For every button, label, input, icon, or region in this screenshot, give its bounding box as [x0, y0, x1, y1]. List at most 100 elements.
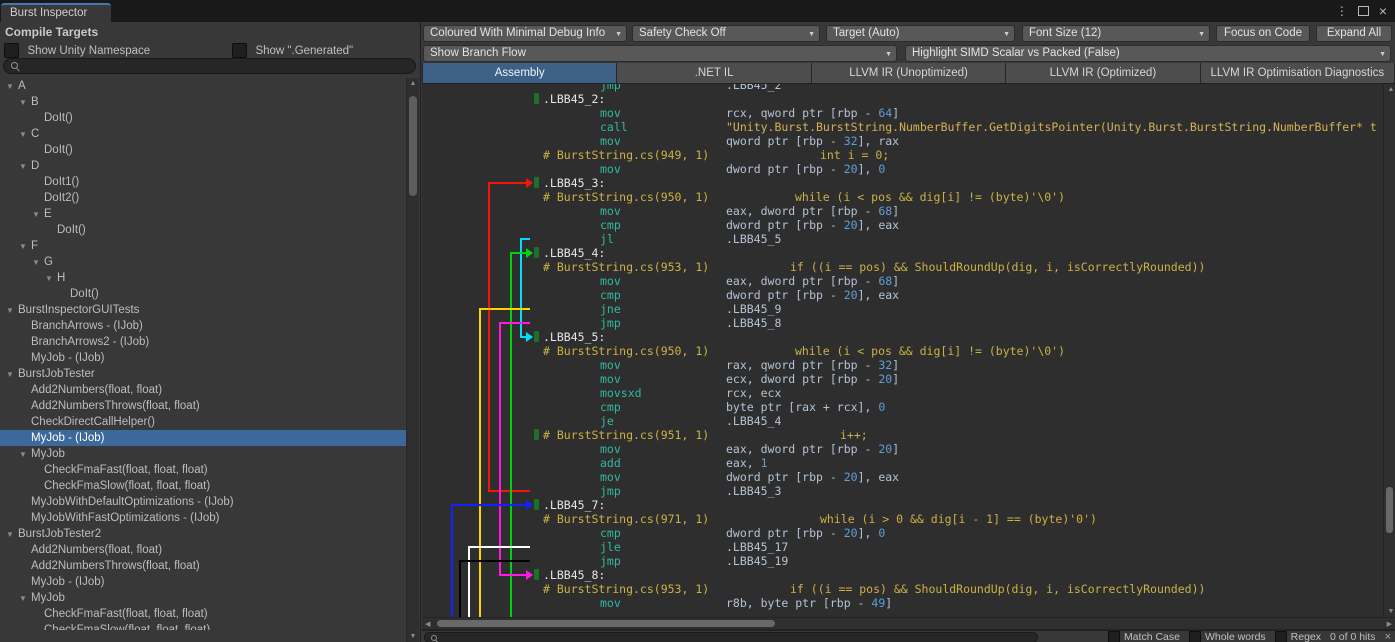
tree-item-b[interactable]: ▼B	[0, 94, 406, 110]
branch-flow-dropdown[interactable]: Show Branch Flow▼	[423, 45, 897, 62]
font-size-dropdown[interactable]: Font Size (12)▼	[1022, 25, 1210, 42]
scroll-down-icon[interactable]: ▼	[407, 633, 419, 640]
window-tab-burst-inspector[interactable]: Burst Inspector	[1, 3, 111, 22]
tree-item-myjob[interactable]: ▼MyJob	[0, 590, 406, 606]
whole-words-checkbox[interactable]	[1189, 631, 1201, 642]
tree-item-label: DoIt()	[44, 144, 73, 156]
tree-item-myjobwithfastoptimizations-ijob[interactable]: MyJobWithFastOptimizations - (IJob)	[0, 510, 406, 526]
tree-item-f[interactable]: ▼F	[0, 238, 406, 254]
tree-item-burstjobtester2[interactable]: ▼BurstJobTester2	[0, 526, 406, 542]
tree-item-burstinspectorguitests[interactable]: ▼BurstInspectorGUITests	[0, 302, 406, 318]
expand-all-button[interactable]: Expand All	[1316, 25, 1392, 42]
tree-item-myjob-ijob[interactable]: MyJob - (IJob)	[0, 430, 406, 446]
tree-item-d[interactable]: ▼D	[0, 158, 406, 174]
foldout-icon[interactable]: ▼	[19, 127, 31, 143]
targets-search-input[interactable]	[3, 58, 416, 74]
tree-item-myjob[interactable]: ▼MyJob	[0, 446, 406, 462]
tree-item-checkfmafast-float-float-float[interactable]: CheckFmaFast(float, float, float)	[0, 606, 406, 622]
code-line: # BurstString.cs(950, 1)while (i < pos &…	[422, 190, 1383, 204]
view-tabs: Assembly.NET ILLLVM IR (Unoptimized)LLVM…	[422, 63, 1395, 84]
code-vscroll-thumb[interactable]	[1386, 487, 1393, 533]
window-chrome: ⋮ ×	[1336, 2, 1387, 20]
regex-checkbox[interactable]	[1275, 631, 1287, 642]
focus-on-code-button[interactable]: Focus on Code	[1216, 25, 1310, 42]
tree-item-myjobwithdefaultoptimizations-ijob[interactable]: MyJobWithDefaultOptimizations - (IJob)	[0, 494, 406, 510]
tree-item-checkfmaslow-float-float-float[interactable]: CheckFmaSlow(float, float, float)	[0, 478, 406, 494]
code-hscroll-thumb[interactable]	[437, 620, 775, 627]
tab-llvm-ir-unoptimized[interactable]: LLVM IR (Unoptimized)	[812, 63, 1006, 83]
scroll-right-icon[interactable]: ▶	[1387, 620, 1392, 628]
tree-item-h[interactable]: ▼H	[0, 270, 406, 286]
tab-net-il[interactable]: .NET IL	[617, 63, 811, 83]
tree-item-add2numbers-float-float[interactable]: Add2Numbers(float, float)	[0, 382, 406, 398]
tab-llvm-ir-optimized[interactable]: LLVM IR (Optimized)	[1006, 63, 1200, 83]
foldout-icon[interactable]: ▼	[6, 79, 18, 95]
tree-scrollbar-thumb[interactable]	[409, 96, 417, 196]
foldout-icon[interactable]: ▼	[19, 239, 31, 255]
tree-item-brancharrows2-ijob[interactable]: BranchArrows2 - (IJob)	[0, 334, 406, 350]
tree-item-checkfmaslow-float-float-float[interactable]: CheckFmaSlow(float, float, float)	[0, 622, 406, 630]
kebab-menu-icon[interactable]: ⋮	[1336, 2, 1348, 20]
code-horizontal-scrollbar[interactable]: ◀ ▶	[422, 617, 1395, 630]
tab-llvm-ir-optimisation-diagnostics[interactable]: LLVM IR Optimisation Diagnostics	[1201, 63, 1395, 83]
foldout-icon[interactable]: ▼	[19, 159, 31, 175]
foldout-icon[interactable]: ▼	[32, 255, 44, 271]
show-generated-checkbox[interactable]	[232, 43, 247, 58]
debug-info-dropdown[interactable]: Coloured With Minimal Debug Info▼	[423, 25, 627, 42]
code-line: jmp.LBB45_19	[422, 554, 1383, 568]
tree-item-e[interactable]: ▼E	[0, 206, 406, 222]
tree-item-myjob-ijob[interactable]: MyJob - (IJob)	[0, 574, 406, 590]
scroll-down-icon[interactable]: ▼	[1385, 608, 1395, 615]
tree-item-doit[interactable]: DoIt()	[0, 142, 406, 158]
code-vertical-scrollbar[interactable]: ▲ ▼	[1383, 84, 1395, 617]
match-case-checkbox[interactable]	[1108, 631, 1120, 642]
tree-item-g[interactable]: ▼G	[0, 254, 406, 270]
foldout-icon[interactable]: ▼	[6, 367, 18, 383]
tree-item-add2numbersthrows-float-float[interactable]: Add2NumbersThrows(float, float)	[0, 398, 406, 414]
code-line: movsxdrcx, ecx	[422, 386, 1383, 400]
tree-item-myjob-ijob[interactable]: MyJob - (IJob)	[0, 350, 406, 366]
scroll-up-icon[interactable]: ▲	[407, 80, 419, 87]
filter-checkbox-row: Show Unity Namespace Show ".Generated"	[0, 41, 420, 57]
find-option-regex[interactable]: Regex	[1275, 631, 1321, 642]
maximize-icon[interactable]	[1358, 6, 1369, 16]
tree-item-checkdirectcallhelper[interactable]: CheckDirectCallHelper()	[0, 414, 406, 430]
tree-item-add2numbersthrows-float-float[interactable]: Add2NumbersThrows(float, float)	[0, 558, 406, 574]
tab-assembly[interactable]: Assembly	[422, 63, 617, 83]
foldout-icon[interactable]: ▼	[32, 207, 44, 223]
scroll-left-icon[interactable]: ◀	[425, 620, 430, 628]
foldout-icon[interactable]: ▼	[6, 527, 18, 543]
foldout-icon[interactable]: ▼	[19, 95, 31, 111]
tree-item-add2numbers-float-float[interactable]: Add2Numbers(float, float)	[0, 542, 406, 558]
tree-item-doit[interactable]: DoIt()	[0, 222, 406, 238]
tree-item-doit[interactable]: DoIt()	[0, 110, 406, 126]
show-unity-namespace-checkbox[interactable]	[4, 43, 19, 58]
tree-item-c[interactable]: ▼C	[0, 126, 406, 142]
find-option-whole-words[interactable]: Whole words	[1189, 631, 1266, 642]
close-icon[interactable]: ×	[1379, 2, 1387, 20]
compile-targets-tree[interactable]: ▼A▼BDoIt()▼CDoIt()▼DDoIt1()DoIt2()▼EDoIt…	[0, 78, 406, 630]
foldout-icon[interactable]: ▼	[6, 303, 18, 319]
block-marker	[534, 429, 539, 440]
simd-highlight-dropdown[interactable]: Highlight SIMD Scalar vs Packed (False)▼	[905, 45, 1391, 62]
foldout-icon[interactable]: ▼	[45, 271, 57, 287]
safety-check-dropdown[interactable]: Safety Check Off▼	[632, 25, 820, 42]
tree-item-burstjobtester[interactable]: ▼BurstJobTester	[0, 366, 406, 382]
close-search-icon[interactable]: ×	[1385, 631, 1391, 642]
target-dropdown[interactable]: Target (Auto)▼	[826, 25, 1015, 42]
foldout-icon[interactable]: ▼	[19, 447, 31, 463]
tree-scrollbar[interactable]: ▲ ▼	[406, 78, 419, 642]
tree-item-doit2[interactable]: DoIt2()	[0, 190, 406, 206]
tree-item-checkfmafast-float-float-float[interactable]: CheckFmaFast(float, float, float)	[0, 462, 406, 478]
assembly-code-view[interactable]: jmp.LBB45_2.LBB45_2:movrcx, qword ptr [r…	[422, 84, 1383, 617]
tree-item-doit1[interactable]: DoIt1()	[0, 174, 406, 190]
tree-item-brancharrows-ijob[interactable]: BranchArrows - (IJob)	[0, 318, 406, 334]
foldout-icon[interactable]: ▼	[19, 591, 31, 607]
tree-item-a[interactable]: ▼A	[0, 78, 406, 94]
find-option-match-case[interactable]: Match Case	[1108, 631, 1180, 642]
focus-on-code-button-label: Focus on Code	[1224, 27, 1302, 39]
tree-item-doit[interactable]: DoIt()	[0, 286, 406, 302]
find-input[interactable]	[424, 632, 1038, 642]
tree-item-label: DoIt()	[70, 288, 99, 300]
scroll-up-icon[interactable]: ▲	[1385, 86, 1395, 93]
